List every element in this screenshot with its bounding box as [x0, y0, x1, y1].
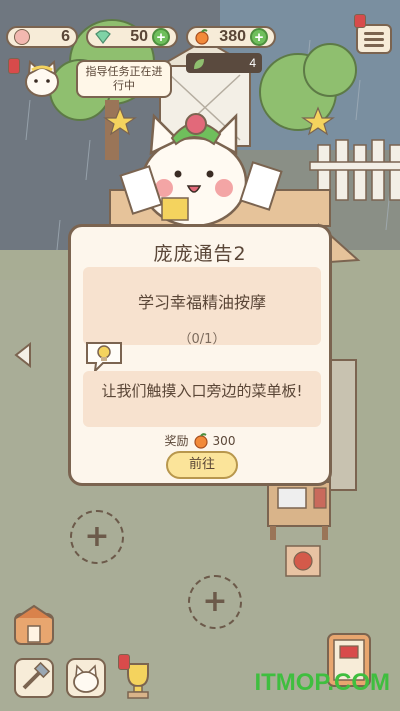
reward-label: 奖励: [164, 434, 189, 448]
paw-icon: [14, 29, 30, 45]
alert-icon: [118, 654, 130, 670]
task-notice-dialog: 庞庞通告2 学习幸福精油按摩 （0/1） 让我们触摸入口旁边的菜单板! 奖励 3…: [68, 224, 332, 486]
cat-shopkeeper: [119, 112, 283, 228]
leaf-count: 4: [249, 56, 256, 70]
guide-cat-avatar[interactable]: [22, 59, 62, 98]
alert-icon: [354, 14, 366, 28]
task-name: 学习幸福精油按摩: [137, 293, 266, 312]
go-button[interactable]: 前往: [166, 451, 238, 479]
lightbulb-icon: [83, 339, 125, 374]
apple-counter[interactable]: 380 +: [186, 26, 276, 48]
game-scene: 6 50 + 380 + 4 指导任务正在进行中 + + 庞庞通告2 学习幸福精…: [0, 0, 400, 711]
scroll-left-button[interactable]: [12, 341, 34, 369]
watermark: ITMOP.COM: [254, 669, 390, 696]
paw-count: 6: [61, 28, 70, 45]
gem-icon: [94, 30, 112, 44]
gem-counter[interactable]: 50 +: [86, 26, 178, 48]
plus-icon: +: [202, 584, 228, 619]
apple-count: 380: [219, 28, 246, 45]
add-gems-button[interactable]: +: [152, 28, 170, 46]
dialog-title: 庞庞通告2: [153, 243, 247, 265]
leaf-icon: [192, 56, 206, 70]
menu-icon: [364, 31, 384, 35]
task-panel: 学习幸福精油按摩 （0/1）: [83, 267, 321, 347]
paw-counter[interactable]: 6: [6, 26, 78, 48]
guide-status-bubble: 指导任务正在进行中: [76, 60, 172, 98]
cat-collection-button[interactable]: [64, 656, 108, 700]
gem-count: 50: [130, 28, 148, 45]
reward-row: 奖励 300: [71, 432, 329, 449]
alert-icon: [8, 58, 20, 74]
reward-value: 300: [212, 433, 236, 448]
menu-button[interactable]: [356, 24, 392, 54]
hint-panel: 让我们触摸入口旁边的菜单板!: [83, 371, 321, 427]
leaf-counter[interactable]: 4: [186, 53, 262, 73]
add-apples-button[interactable]: +: [250, 28, 268, 46]
apple-icon: [194, 29, 210, 45]
add-furniture-slot[interactable]: +: [188, 575, 242, 629]
plus-icon: +: [84, 519, 110, 554]
add-furniture-slot[interactable]: +: [70, 510, 124, 564]
apple-icon: [193, 432, 209, 449]
hint-text: 让我们触摸入口旁边的菜单板!: [101, 382, 303, 400]
build-tools-button[interactable]: [12, 656, 56, 700]
shop-button[interactable]: [12, 604, 56, 646]
